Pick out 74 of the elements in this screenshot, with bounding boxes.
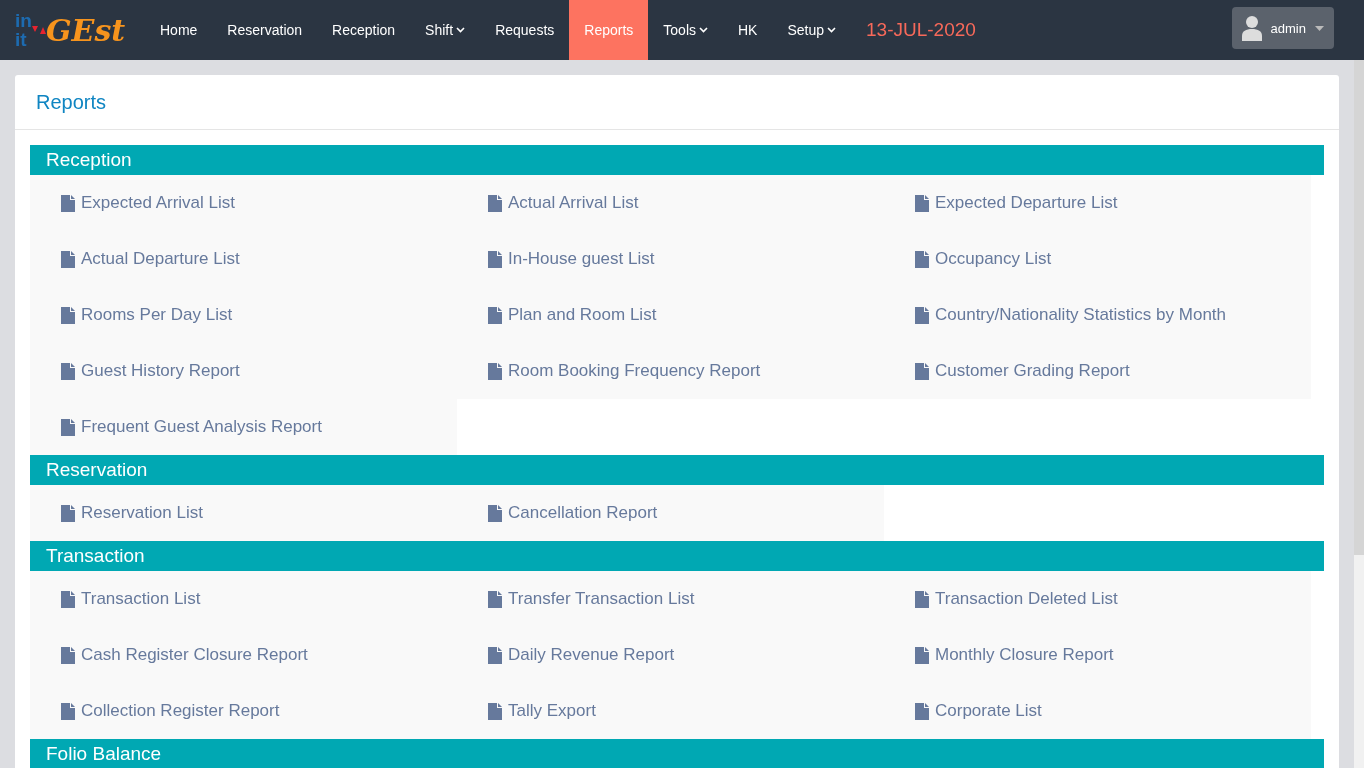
- document-icon: [915, 590, 929, 608]
- document-icon: [61, 646, 75, 664]
- nav-link[interactable]: Reception: [317, 0, 411, 60]
- report-link[interactable]: Tally Export: [457, 683, 884, 739]
- chevron-down-icon: [827, 27, 837, 33]
- report-link[interactable]: Expected Arrival List: [30, 175, 457, 231]
- document-icon: [488, 702, 502, 720]
- document-icon: [488, 194, 502, 212]
- report-link[interactable]: In-House guest List: [457, 231, 884, 287]
- report-link[interactable]: Corporate List: [884, 683, 1311, 739]
- nav-link[interactable]: Reservation: [212, 0, 318, 60]
- report-link[interactable]: Transfer Transaction List: [457, 571, 884, 627]
- section-header: Reservation: [30, 455, 1324, 485]
- document-icon: [61, 504, 75, 522]
- nav-link[interactable]: Home: [145, 0, 213, 60]
- document-icon: [915, 194, 929, 212]
- caret-icon: [1315, 25, 1324, 31]
- report-link[interactable]: Customer Grading Report: [884, 343, 1311, 399]
- report-link[interactable]: Transaction List: [30, 571, 457, 627]
- document-icon: [488, 362, 502, 380]
- report-link[interactable]: Frequent Guest Analysis Report: [30, 399, 457, 455]
- user-menu-button[interactable]: admin: [1231, 7, 1334, 49]
- report-link[interactable]: Rooms Per Day List: [30, 287, 457, 343]
- document-icon: [915, 306, 929, 324]
- page-title: Reports: [15, 75, 1339, 130]
- report-link[interactable]: Daily Revenue Report: [457, 627, 884, 683]
- nav-link[interactable]: Tools: [648, 0, 723, 60]
- nav-link[interactable]: Setup: [772, 0, 852, 60]
- chevron-down-icon: [699, 27, 708, 33]
- document-icon: [488, 590, 502, 608]
- report-link[interactable]: Collection Register Report: [30, 683, 457, 739]
- report-link[interactable]: Cancellation Report: [457, 485, 884, 541]
- document-icon: [61, 590, 75, 608]
- report-link[interactable]: Reservation List: [30, 485, 457, 541]
- report-link[interactable]: Actual Arrival List: [457, 175, 884, 231]
- triangles-icon: [31, 26, 46, 34]
- document-icon: [61, 194, 75, 212]
- report-link[interactable]: Occupancy List: [884, 231, 1311, 287]
- report-link[interactable]: Transaction Deleted List: [884, 571, 1311, 627]
- nav-link[interactable]: Requests: [480, 0, 570, 60]
- report-link[interactable]: Country/Nationality Statistics by Month: [884, 287, 1311, 343]
- report-link[interactable]: Plan and Room List: [457, 287, 884, 343]
- section-header: Transaction: [30, 541, 1324, 571]
- nav-link[interactable]: HK: [723, 0, 773, 60]
- report-link[interactable]: Guest History Report: [30, 343, 457, 399]
- user-avatar-icon: [1241, 15, 1262, 41]
- document-icon: [915, 646, 929, 664]
- document-icon: [488, 504, 502, 522]
- document-icon: [61, 306, 75, 324]
- logo-text: it: [15, 30, 28, 49]
- document-icon: [915, 702, 929, 720]
- document-icon: [61, 250, 75, 268]
- document-icon: [61, 702, 75, 720]
- report-link[interactable]: Cash Register Closure Report: [30, 627, 457, 683]
- nav-link[interactable]: Shift: [410, 0, 481, 60]
- document-icon: [488, 646, 502, 664]
- report-link[interactable]: Monthly Closure Report: [884, 627, 1311, 683]
- logo-text: in: [15, 11, 32, 30]
- section-header: Reception: [30, 145, 1324, 175]
- document-icon: [488, 306, 502, 324]
- chevron-down-icon: [456, 27, 466, 33]
- report-link[interactable]: Expected Departure List: [884, 175, 1311, 231]
- document-icon: [61, 362, 75, 380]
- report-link[interactable]: Room Booking Frequency Report: [457, 343, 884, 399]
- date-text: 13-JUL-2020: [866, 18, 976, 42]
- document-icon: [915, 362, 929, 380]
- document-icon: [915, 250, 929, 268]
- scrollbar-drawing[interactable]: [1354, 60, 1364, 768]
- nav-link[interactable]: Reports: [569, 0, 649, 60]
- logo-text: GEst: [45, 12, 126, 48]
- report-link[interactable]: Actual Departure List: [30, 231, 457, 287]
- section-header: Folio Balance: [30, 739, 1324, 768]
- document-icon: [488, 250, 502, 268]
- document-icon: [61, 418, 75, 436]
